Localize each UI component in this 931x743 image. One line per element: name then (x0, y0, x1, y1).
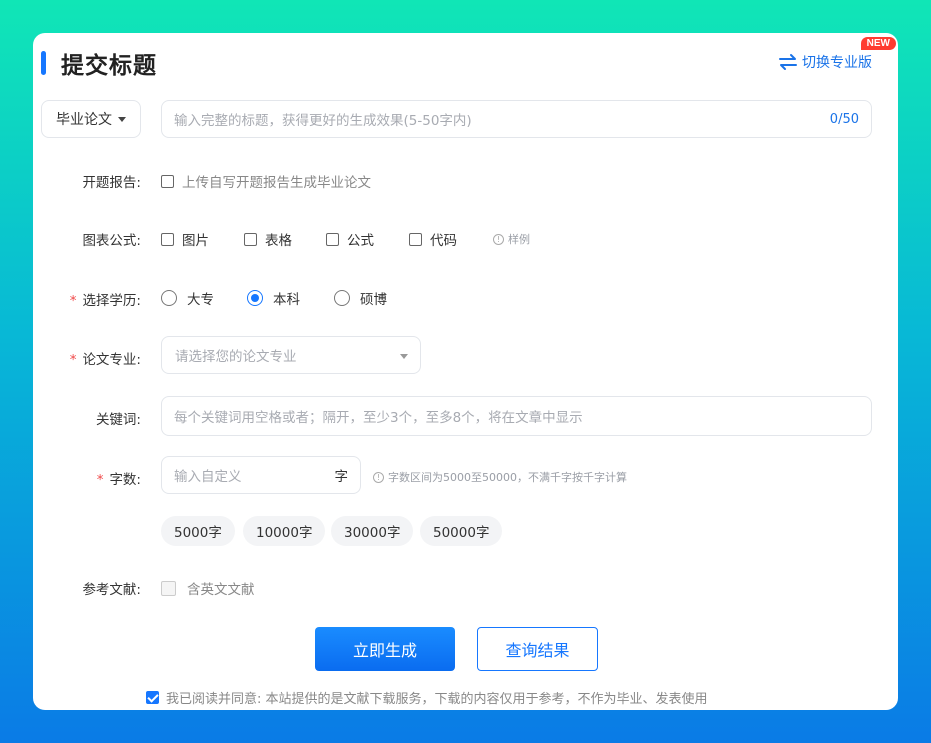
option-formula-checkbox[interactable]: 公式 (326, 229, 374, 249)
paper-type-value: 毕业论文 (56, 112, 112, 128)
radio-icon (334, 290, 350, 306)
preset-5000-chip[interactable]: 5000字 (161, 516, 235, 546)
option-code-checkbox[interactable]: 代码 (409, 229, 457, 249)
agreement-text: 我已阅读并同意: 本站提供的是文献下载服务，下载的内容仅用于参考，不作为毕业、发… (166, 692, 708, 707)
checkbox-icon (409, 232, 422, 246)
word-count-label-text: 字数: (109, 472, 141, 488)
proposal-upload-checkbox[interactable]: 上传自写开题报告生成毕业论文 (161, 171, 371, 191)
keywords-label: 关键词: (95, 412, 141, 428)
paper-type-select[interactable]: 毕业论文 (41, 100, 141, 138)
word-count-hint: ! 字数区间为5000至50000，不满千字按千字计算 (373, 469, 627, 485)
radio-associate-label: 大专 (187, 292, 214, 308)
major-label: * 论文专业: (41, 348, 141, 368)
preset-30000-chip[interactable]: 30000字 (331, 516, 414, 546)
word-count-hint-text: 字数区间为5000至50000，不满千字按千字计算 (388, 471, 627, 484)
proposal-label: 开题报告: (82, 175, 141, 191)
english-references-label: 含英文文献 (187, 582, 255, 598)
checkbox-icon (161, 174, 174, 188)
switch-pro-label: 切换专业版 (802, 55, 872, 71)
checkbox-icon (161, 232, 174, 246)
new-badge: NEW (860, 37, 896, 50)
caret-down-icon (118, 117, 126, 122)
checkbox-icon (244, 232, 257, 246)
required-mark: * (96, 472, 104, 488)
references-label: 参考文献: (82, 582, 141, 598)
charts-label: 图表公式: (82, 233, 141, 249)
radio-icon (161, 290, 177, 306)
radio-bachelor[interactable]: 本科 (247, 288, 300, 308)
radio-bachelor-label: 本科 (273, 292, 300, 308)
major-label-text: 论文专业: (82, 352, 141, 368)
switch-pro-version-button[interactable]: 切换专业版 (778, 52, 872, 72)
page-title: 提交标题 (61, 53, 157, 79)
generate-button[interactable]: 立即生成 (315, 627, 455, 671)
major-select[interactable]: 请选择您的论文专业 (161, 336, 421, 374)
title-input[interactable]: 输入完整的标题，获得更好的生成效果(5-50字内) 0/50 (161, 100, 872, 138)
radio-graduate[interactable]: 硕博 (334, 288, 387, 308)
example-label: 样例 (508, 233, 530, 246)
required-mark: * (69, 293, 77, 309)
caret-down-icon (400, 354, 408, 359)
major-placeholder: 请选择您的论文专业 (175, 349, 297, 365)
example-link[interactable]: ! 样例 (493, 231, 530, 247)
radio-associate[interactable]: 大专 (161, 288, 214, 308)
keywords-input[interactable]: 每个关键词用空格或者；隔开，至少3个，至多8个，将在文章中显示 (161, 396, 872, 436)
word-count-placeholder: 输入自定义 (174, 469, 242, 485)
option-table-label: 表格 (265, 233, 292, 249)
checkbox-checked-icon (146, 691, 159, 704)
education-label-text: 选择学历: (82, 293, 141, 309)
required-mark: * (69, 352, 77, 368)
checkbox-disabled-icon (161, 580, 176, 596)
option-formula-label: 公式 (347, 233, 374, 249)
form-card: 提交标题 切换专业版 NEW 毕业论文 输入完整的标题，获得更好的生成效果(5-… (33, 33, 898, 710)
radio-graduate-label: 硕博 (360, 292, 387, 308)
word-count-suffix: 字 (334, 469, 349, 485)
swap-arrows-icon (779, 54, 797, 70)
proposal-option-label: 上传自写开题报告生成毕业论文 (182, 175, 371, 191)
education-label: * 选择学历: (41, 289, 141, 309)
info-icon: ! (373, 471, 384, 483)
info-icon: ! (493, 233, 504, 245)
preset-50000-chip[interactable]: 50000字 (420, 516, 503, 546)
title-placeholder: 输入完整的标题，获得更好的生成效果(5-50字内) (174, 113, 472, 129)
keywords-placeholder: 每个关键词用空格或者；隔开，至少3个，至多8个，将在文章中显示 (174, 410, 583, 426)
word-count-input[interactable]: 输入自定义 字 (161, 456, 361, 494)
radio-selected-icon (247, 290, 263, 306)
query-results-button[interactable]: 查询结果 (477, 627, 598, 671)
title-accent-bar (41, 51, 46, 75)
option-table-checkbox[interactable]: 表格 (244, 229, 292, 249)
english-references-checkbox[interactable]: 含英文文献 (161, 578, 255, 598)
option-image-checkbox[interactable]: 图片 (161, 229, 209, 249)
word-count-label: * 字数: (41, 468, 141, 488)
option-image-label: 图片 (182, 233, 209, 249)
option-code-label: 代码 (430, 233, 457, 249)
preset-10000-chip[interactable]: 10000字 (243, 516, 326, 546)
agreement-checkbox[interactable]: 我已阅读并同意: 本站提供的是文献下载服务，下载的内容仅用于参考，不作为毕业、发… (146, 688, 708, 707)
title-char-counter: 0/50 (829, 111, 859, 127)
checkbox-icon (326, 232, 339, 246)
